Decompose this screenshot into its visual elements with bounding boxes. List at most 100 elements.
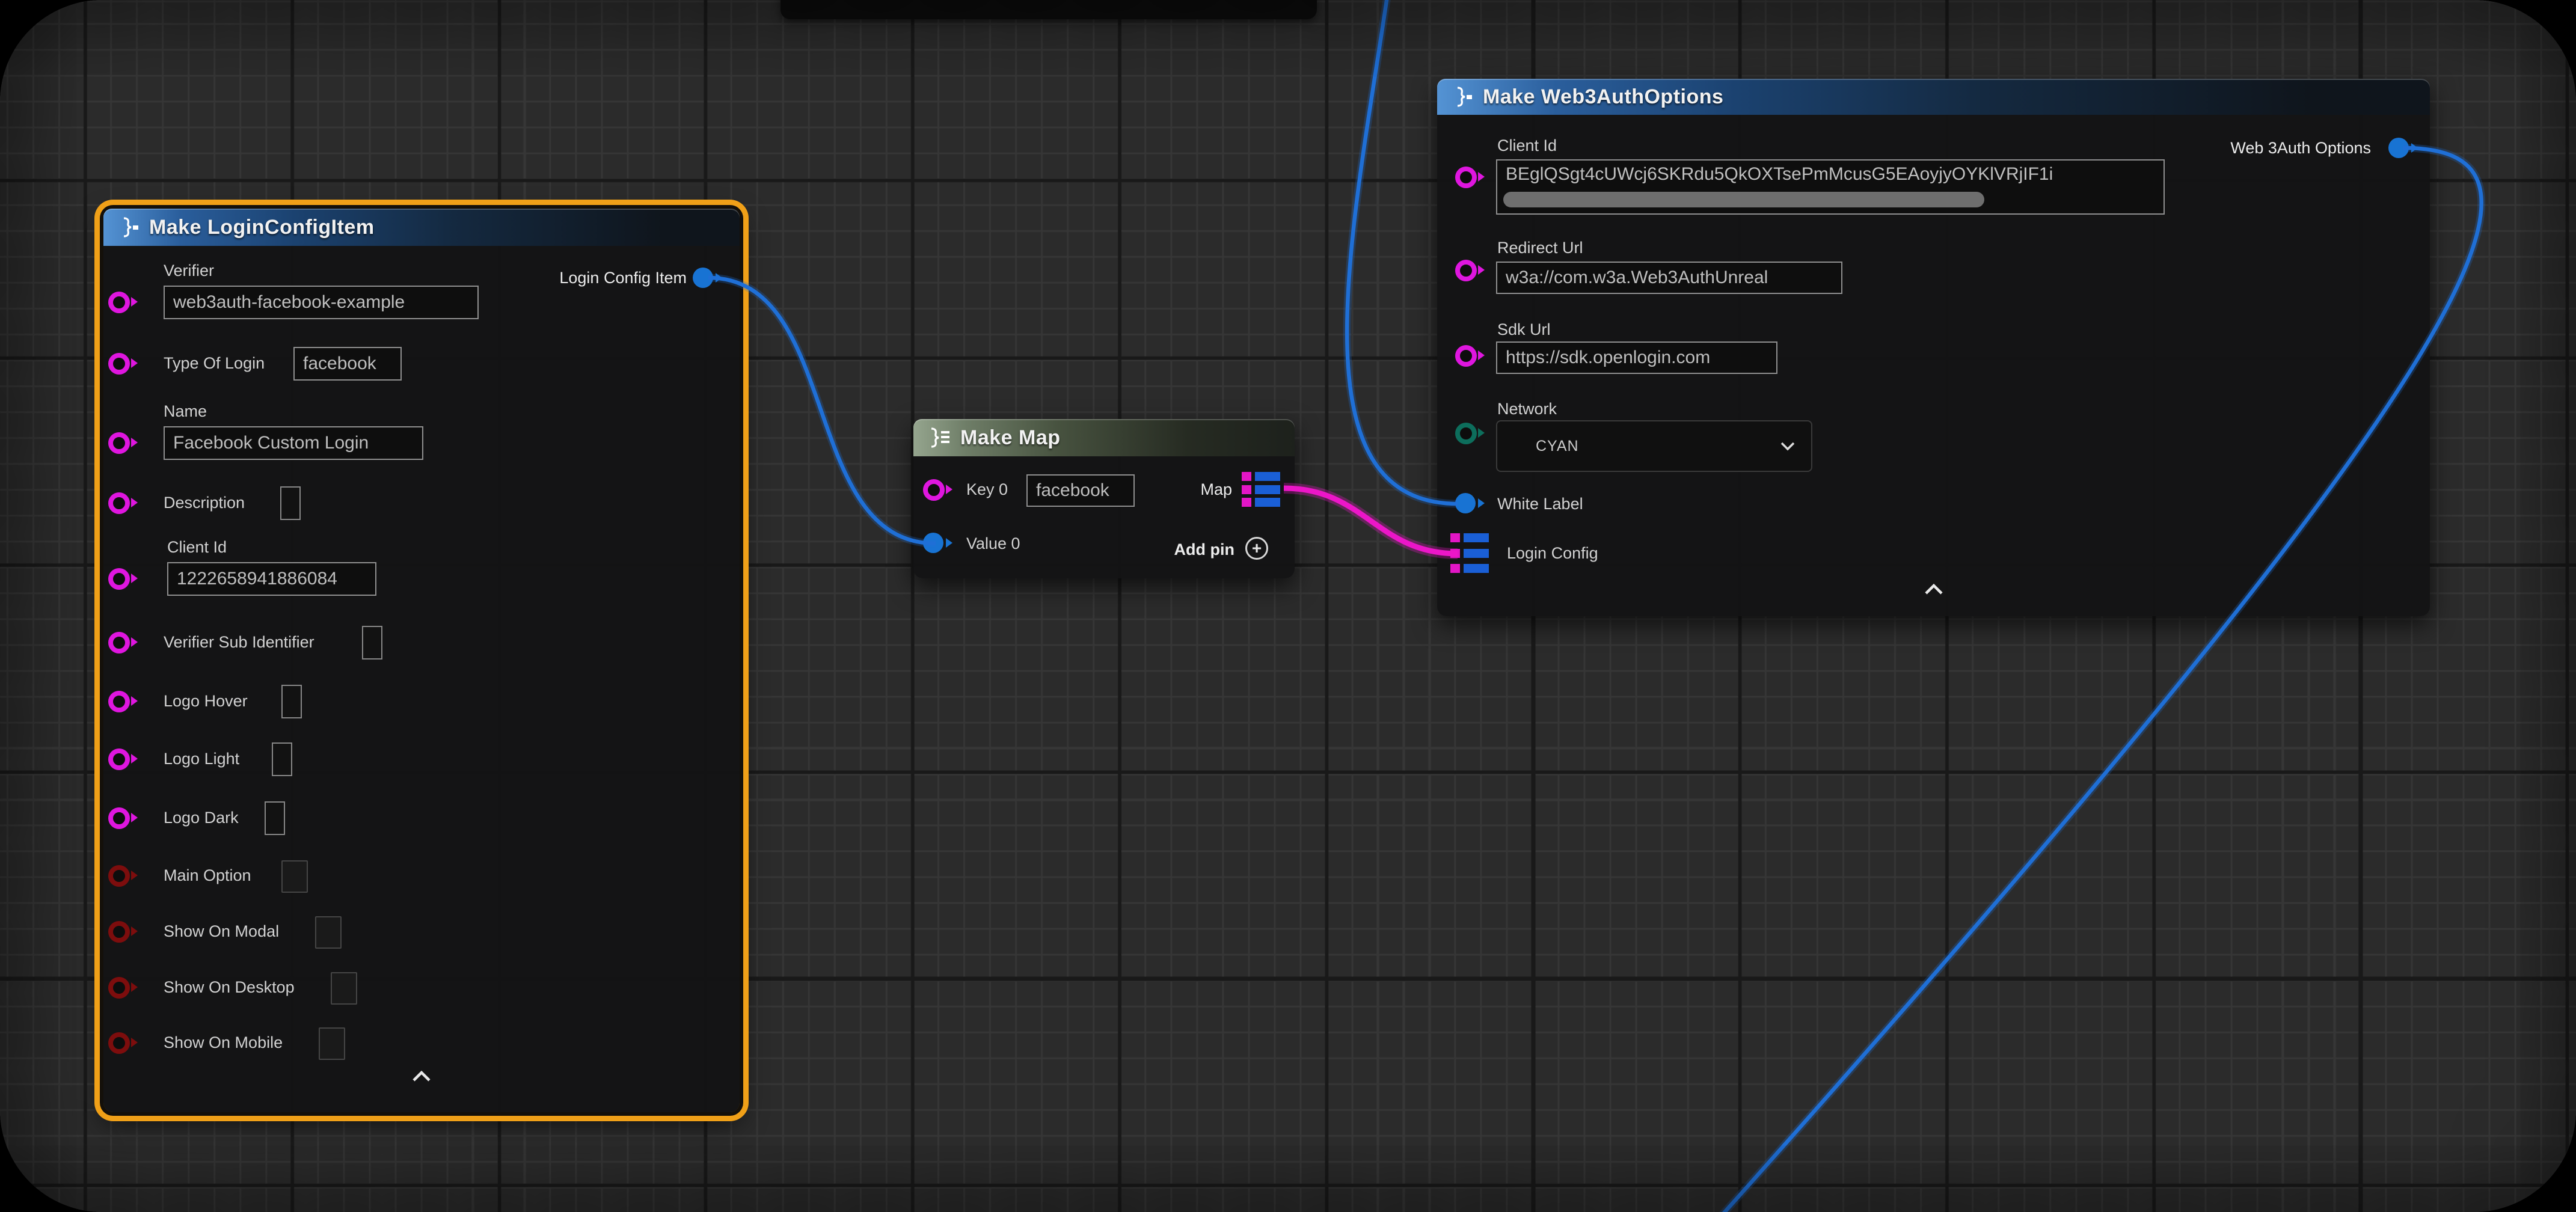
output-pin-map[interactable]	[1242, 472, 1280, 507]
make-struct-icon	[117, 215, 141, 239]
node-header-make-loginconfigitem[interactable]: Make LoginConfigItem	[103, 209, 740, 246]
pin-label-verifier-sub-identifier: Verifier Sub Identifier	[164, 633, 314, 652]
logo-hover-input[interactable]	[281, 685, 302, 718]
pin-wedge-icon	[1478, 498, 1485, 508]
input-pin-type-of-login[interactable]	[108, 353, 130, 375]
input-pin-logo-dark[interactable]	[108, 807, 130, 829]
pin-label-show-on-mobile: Show On Mobile	[164, 1033, 283, 1052]
main-option-checkbox[interactable]	[281, 860, 308, 893]
node-make-web3authoptions[interactable]: Make Web3AuthOptions Web 3Auth Options C…	[1437, 79, 2430, 616]
pin-label-main-option: Main Option	[164, 866, 251, 885]
pin-label-show-on-desktop: Show On Desktop	[164, 978, 295, 997]
blueprint-graph-viewport[interactable]: Make LoginConfigItem Login Config Item V…	[0, 0, 2576, 1212]
pin-wedge-icon	[1478, 265, 1485, 275]
pin-wedge-icon	[131, 754, 138, 764]
input-pin-logo-hover[interactable]	[108, 691, 130, 712]
pin-label-network: Network	[1497, 400, 1557, 418]
logo-light-input[interactable]	[272, 742, 292, 776]
show-on-mobile-checkbox[interactable]	[319, 1027, 345, 1060]
verifier-input[interactable]: web3auth-facebook-example	[164, 286, 479, 319]
name-value: Facebook Custom Login	[173, 433, 369, 453]
pin-wedge-icon	[716, 273, 722, 283]
sdk-url-input[interactable]: https://sdk.openlogin.com	[1496, 341, 1777, 374]
key-0-value: facebook	[1036, 480, 1109, 501]
make-map-icon	[927, 426, 952, 450]
output-pin-web-3auth-options[interactable]	[2388, 138, 2409, 158]
input-pin-show-on-modal[interactable]	[108, 921, 130, 943]
node-title: Make Web3AuthOptions	[1483, 85, 1723, 109]
input-pin-logo-light[interactable]	[108, 748, 130, 770]
pin-wedge-icon	[946, 485, 952, 494]
input-pin-key-0[interactable]	[923, 479, 945, 501]
input-pin-redirect-url[interactable]	[1455, 260, 1477, 281]
node-make-map[interactable]: Make Map Key 0 facebook Map Value 0 Add …	[913, 419, 1295, 578]
pin-wedge-icon	[131, 498, 138, 507]
pin-label-key-0: Key 0	[966, 480, 1008, 499]
pin-wedge-icon	[131, 926, 138, 936]
logo-dark-input[interactable]	[265, 801, 285, 835]
input-pin-main-option[interactable]	[108, 865, 130, 887]
plus-icon: +	[1252, 540, 1262, 557]
pin-wedge-icon	[131, 358, 138, 368]
node-make-loginconfigitem[interactable]: Make LoginConfigItem Login Config Item V…	[103, 209, 740, 1112]
show-on-desktop-checkbox[interactable]	[331, 972, 357, 1005]
client-id-value: BEglQSgt4cUWcj6SKRdu5QkOXTsePmMcusG5EAoy…	[1506, 164, 2053, 185]
collapse-node-chevron-up-icon[interactable]	[411, 1070, 432, 1083]
pin-label-client-id: Client Id	[167, 538, 227, 557]
input-pin-network[interactable]	[1455, 423, 1477, 444]
type-of-login-value: facebook	[303, 354, 376, 374]
description-input[interactable]	[280, 486, 301, 520]
node-title: Make LoginConfigItem	[149, 216, 375, 239]
node-header-make-map[interactable]: Make Map	[913, 419, 1295, 456]
collapse-node-chevron-up-icon[interactable]	[1924, 583, 1944, 596]
input-pin-description[interactable]	[108, 492, 130, 514]
pin-label-sdk-url: Sdk Url	[1497, 320, 1551, 339]
client-id-input[interactable]: 1222658941886084	[167, 562, 376, 596]
pin-wedge-icon	[131, 637, 138, 647]
add-pin-button[interactable]: +	[1245, 537, 1268, 560]
pin-wedge-icon	[1478, 350, 1485, 360]
pin-label-logo-light: Logo Light	[164, 750, 239, 768]
verifier-sub-identifier-input[interactable]	[362, 626, 382, 660]
input-pin-name[interactable]	[108, 432, 130, 454]
redirect-url-value: w3a://com.w3a.Web3AuthUnreal	[1506, 268, 1768, 288]
input-pin-sdk-url[interactable]	[1455, 345, 1477, 367]
client-id-value: 1222658941886084	[177, 569, 337, 589]
pin-label-login-config-item: Login Config Item	[559, 269, 687, 287]
pin-label-logo-dark: Logo Dark	[164, 809, 239, 827]
input-pin-verifier[interactable]	[108, 292, 130, 313]
input-pin-verifier-sub-identifier[interactable]	[108, 632, 130, 653]
pin-label-name: Name	[164, 402, 207, 421]
pin-wedge-icon	[131, 871, 138, 880]
verifier-value: web3auth-facebook-example	[173, 292, 405, 313]
input-pin-show-on-desktop[interactable]	[108, 977, 130, 999]
name-input[interactable]: Facebook Custom Login	[164, 426, 423, 460]
pin-wedge-icon	[131, 438, 138, 447]
node-title: Make Map	[960, 426, 1061, 450]
show-on-modal-checkbox[interactable]	[315, 916, 342, 949]
redirect-url-input[interactable]: w3a://com.w3a.Web3AuthUnreal	[1496, 262, 1842, 294]
input-pin-client-id[interactable]	[108, 568, 130, 590]
pin-label-logo-hover: Logo Hover	[164, 692, 248, 711]
type-of-login-input[interactable]: facebook	[293, 347, 402, 381]
pin-wedge-icon	[131, 574, 138, 583]
client-id-horizontal-scrollbar[interactable]	[1503, 192, 1984, 207]
pin-wedge-icon	[131, 982, 138, 992]
pin-wedge-icon	[2411, 143, 2418, 153]
pin-wedge-icon	[946, 538, 952, 548]
node-header-make-web3authoptions[interactable]: Make Web3AuthOptions	[1437, 79, 2430, 115]
network-dropdown[interactable]: CYAN	[1496, 420, 1812, 472]
input-pin-white-label[interactable]	[1455, 493, 1476, 513]
pin-label-login-config: Login Config	[1507, 544, 1598, 563]
input-pin-value-0[interactable]	[923, 533, 943, 553]
key-0-input[interactable]: facebook	[1026, 474, 1135, 507]
output-pin-login-config-item[interactable]	[693, 268, 713, 288]
offscreen-node-bottom	[780, 0, 1317, 19]
pin-label-white-label: White Label	[1497, 495, 1583, 513]
input-pin-client-id[interactable]	[1455, 167, 1477, 188]
pin-label-verifier: Verifier	[164, 262, 214, 280]
input-pin-show-on-mobile[interactable]	[108, 1032, 130, 1054]
pin-wedge-icon	[131, 696, 138, 706]
input-pin-login-config[interactable]	[1450, 533, 1489, 573]
pin-wedge-icon	[1478, 428, 1485, 438]
